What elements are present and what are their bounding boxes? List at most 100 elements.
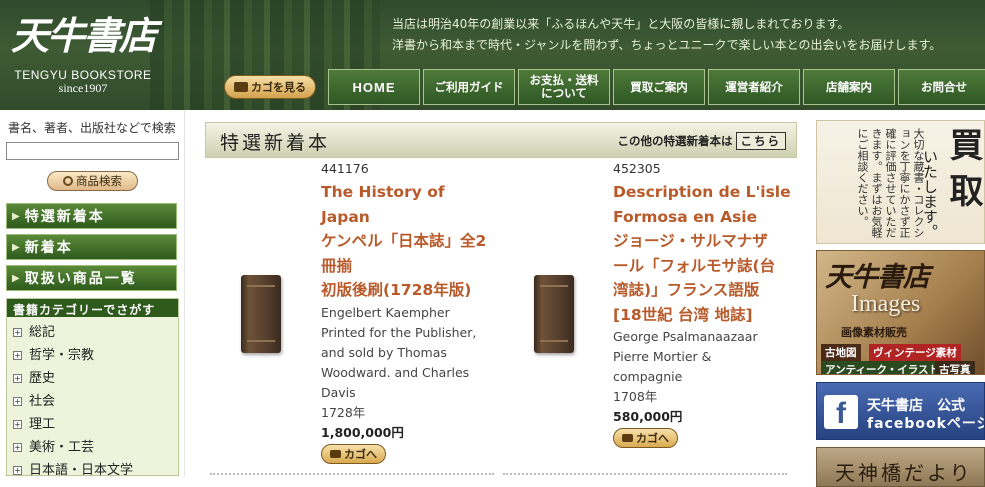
- product-title-line: The History of: [321, 183, 445, 201]
- facebook-line-1: 天牛書店 公式: [867, 398, 965, 414]
- product-publisher-line: compagnie: [613, 369, 683, 384]
- product-info: 441176 The History of Japan ケンペル「日本誌」全2 …: [321, 162, 499, 464]
- add-to-cart-label: カゴへ: [636, 432, 669, 445]
- product-title-line: 初版後刷(1728年版): [321, 281, 472, 299]
- section-more-text: この他の特選新着本は: [617, 134, 733, 148]
- arrow-right-icon: ▶: [12, 272, 20, 284]
- product-title-line: Formosa en Asie: [613, 207, 758, 226]
- category-label: 理工: [29, 417, 56, 432]
- search-button[interactable]: 商品検索: [47, 171, 138, 191]
- product-publisher-line: and sold by Thomas: [321, 344, 447, 360]
- category-label: 社会: [29, 394, 56, 409]
- nav-buyback[interactable]: 買取ご案内: [613, 69, 705, 105]
- facebook-icon: f: [824, 395, 858, 430]
- add-to-cart-label: カゴへ: [344, 447, 377, 461]
- site-logo[interactable]: 天牛書店 TENGYU BOOKSTORE since1907: [8, 4, 158, 104]
- tenjinbashi-banner[interactable]: 天神橋だより: [816, 447, 985, 487]
- nav-store-info[interactable]: 店舗案内: [803, 69, 895, 105]
- search-input[interactable]: [6, 142, 179, 160]
- expand-plus-icon[interactable]: +: [13, 351, 22, 360]
- site-header: 天牛書店 TENGYU BOOKSTORE since1907 当店は明治40年…: [0, 0, 985, 110]
- nav-home[interactable]: HOME: [328, 69, 420, 105]
- section-header: 特選新着本 この他の特選新着本は こちら: [205, 122, 797, 158]
- category-item[interactable]: + 社会: [13, 390, 178, 413]
- search-icon: [63, 176, 73, 186]
- images-subtitle: 画像素材販売: [841, 326, 907, 339]
- sidebar-item-label: 特選新着本: [24, 209, 105, 225]
- logo-main-text: 天牛書店: [10, 13, 157, 58]
- images-tag: 古写真: [935, 361, 975, 374]
- view-cart-button[interactable]: カゴを見る: [224, 75, 316, 99]
- category-label: 哲学・宗教: [29, 348, 95, 363]
- category-label: 美術・工芸: [29, 440, 95, 455]
- cart-icon: [622, 434, 633, 442]
- section-title: 特選新着本: [220, 132, 331, 154]
- category-label: 歴史: [29, 371, 56, 386]
- category-label: 日本語・日本文学: [29, 463, 134, 478]
- arrow-right-icon: ▶: [12, 241, 20, 253]
- expand-plus-icon[interactable]: +: [13, 374, 22, 383]
- product-year: 1728年: [321, 404, 366, 420]
- product-image[interactable]: [241, 275, 281, 353]
- product-image[interactable]: [534, 275, 574, 353]
- add-to-cart-button[interactable]: カゴへ: [321, 443, 386, 464]
- nav-payment-label: お支払・送料 について: [529, 73, 599, 100]
- cart-icon: [234, 82, 248, 92]
- product-title-link[interactable]: Description de L'isle Formosa en Asie ジョ…: [613, 180, 791, 327]
- category-label: 総記: [29, 325, 56, 340]
- nav-guide[interactable]: ご利用ガイド: [423, 69, 515, 105]
- category-item[interactable]: + 美術・工芸: [13, 436, 178, 459]
- product-card: 441176 The History of Japan ケンペル「日本誌」全2 …: [205, 162, 495, 474]
- expand-plus-icon[interactable]: +: [13, 397, 22, 406]
- product-author: George Psalmanaazaar: [613, 329, 758, 344]
- product-title-link[interactable]: The History of Japan ケンペル「日本誌」全2 冊揃 初版後刷…: [321, 180, 499, 303]
- category-item[interactable]: + 総記: [13, 321, 178, 344]
- divider: [503, 473, 787, 475]
- category-item[interactable]: + 日本語・日本文学: [13, 459, 178, 482]
- buyback-banner[interactable]: 大切な蔵書・コレクションを丁寧にかさず正確に評価させていただきます。まずはお気軽…: [816, 120, 985, 244]
- cart-icon: [330, 449, 341, 458]
- add-to-cart-button[interactable]: カゴへ: [613, 428, 678, 448]
- product-title-line: ケンペル「日本誌」全2: [321, 232, 487, 250]
- category-item[interactable]: + 歴史: [13, 367, 178, 390]
- product-id: 441176: [321, 161, 369, 176]
- product-author: Engelbert Kaempher: [321, 304, 450, 320]
- category-item[interactable]: + 哲学・宗教: [13, 344, 178, 367]
- sidebar-item-featured-new[interactable]: ▶ 特選新着本: [6, 203, 177, 229]
- facebook-banner[interactable]: f 天牛書店 公式 facebookページ: [816, 382, 985, 440]
- category-item[interactable]: + 理工: [13, 413, 178, 436]
- images-title: Images: [851, 291, 921, 317]
- nav-about[interactable]: 運営者紹介: [708, 69, 800, 105]
- expand-plus-icon[interactable]: +: [13, 420, 22, 429]
- product-price: 1,800,000円: [321, 424, 404, 440]
- sidebar-item-new-arrivals[interactable]: ▶ 新着本: [6, 234, 177, 260]
- images-banner[interactable]: 天牛書店 Images 画像素材販売 古地図 ヴィンテージ素材 アンティーク・イ…: [816, 250, 985, 375]
- product-title-line: 湾誌)」フランス語版: [613, 281, 760, 299]
- product-publisher-line: Pierre Mortier &: [613, 349, 712, 364]
- more-link[interactable]: こちら: [735, 132, 786, 150]
- divider: [210, 473, 494, 475]
- images-logo: 天牛書店: [825, 262, 930, 293]
- product-year: 1708年: [613, 389, 658, 404]
- images-tag: 古地図: [821, 344, 861, 361]
- category-box: 書籍カテゴリーでさがす + 総記 + 哲学・宗教 + 歴史 + 社会 + 理工 + 美術・工…: [6, 298, 179, 478]
- buyback-mid-text: いたします。: [921, 149, 939, 239]
- expand-plus-icon[interactable]: +: [13, 328, 22, 337]
- buyback-description: 大切な蔵書・コレクションを丁寧にかさず正確に評価させていただきます。まずはお気軽…: [856, 128, 925, 238]
- nav-contact[interactable]: お問合せ: [898, 69, 985, 105]
- left-sidebar: 書名、著者、出版社などで検索 商品検索 ▶ 特選新着本 ▶ 新着本 ▶ 取扱い商…: [0, 110, 185, 478]
- images-tag: ヴィンテージ素材: [869, 344, 961, 361]
- sidebar-item-label: 新着本: [24, 240, 73, 256]
- header-tagline: 当店は明治40年の創業以来「ふるほんや天牛」と大阪の皆様に親しまれております。 …: [392, 14, 982, 56]
- product-price: 580,000円: [613, 409, 683, 424]
- product-title-line: Japan: [321, 207, 370, 226]
- nav-payment-shipping[interactable]: お支払・送料 について: [518, 69, 610, 105]
- sidebar-item-product-list[interactable]: ▶ 取扱い商品一覧: [6, 265, 177, 291]
- expand-plus-icon[interactable]: +: [13, 443, 22, 452]
- main-content: 特選新着本 この他の特選新着本は こちら 441176 The History …: [205, 122, 797, 476]
- buyback-big-char-1: 買: [943, 127, 983, 161]
- product-title-line: ジョージ・サルマナザ: [613, 232, 768, 250]
- expand-plus-icon[interactable]: +: [13, 466, 22, 475]
- product-publisher-line: Davis: [321, 384, 356, 400]
- tagline-line-2: 洋書から和本まで時代・ジャンルを問わず、ちょっとユニークで楽しい本との出会いをお…: [392, 38, 942, 52]
